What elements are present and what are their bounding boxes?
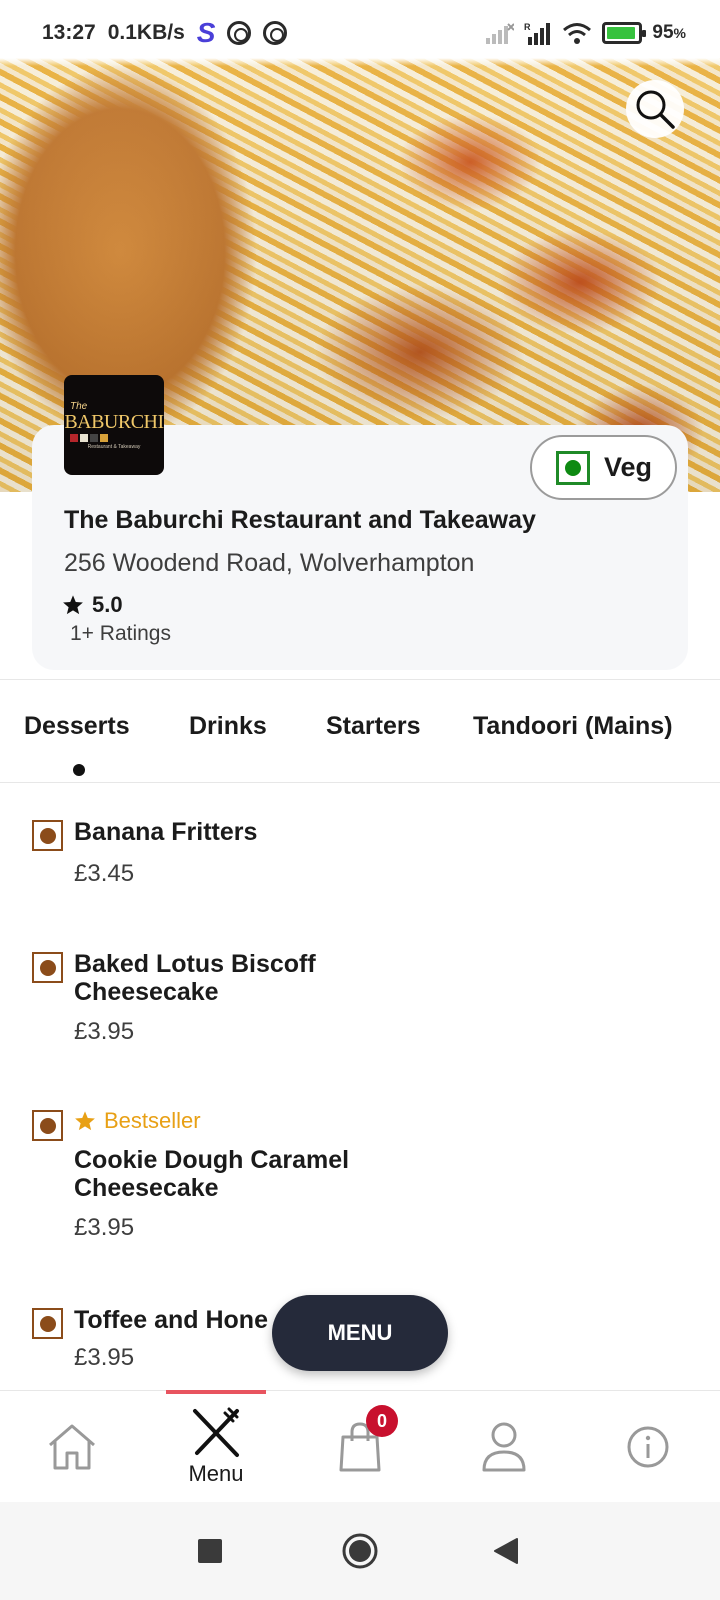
- item-name: Baked Lotus Biscoff Cheesecake: [74, 950, 316, 1006]
- network-speed: 0.1KB/s: [107, 21, 185, 44]
- active-tab-indicator: [73, 764, 85, 776]
- star-icon: [75, 1111, 95, 1131]
- item-name: Cookie Dough Caramel Cheesecake: [74, 1146, 350, 1202]
- veg-filter-toggle[interactable]: Veg: [530, 435, 677, 500]
- restaurant-address: 256 Woodend Road, Wolverhampton: [64, 549, 475, 577]
- item-price: £3.45: [74, 860, 135, 887]
- tab-drinks[interactable]: Drinks: [189, 712, 267, 741]
- rating: 5.0: [62, 592, 123, 618]
- search-icon: [636, 90, 675, 129]
- notification-circle-icon-2: [263, 21, 288, 45]
- system-navigation-bar: [0, 1502, 720, 1600]
- battery-percent: 95: [652, 22, 674, 43]
- back-button[interactable]: [466, 1502, 546, 1600]
- signal-muted-icon: [486, 22, 515, 44]
- user-icon: [482, 1422, 526, 1472]
- recent-apps-button[interactable]: [170, 1502, 250, 1600]
- item-price: £3.95: [74, 1344, 135, 1371]
- non-veg-icon: [32, 1110, 63, 1141]
- category-tabs: Desserts Drinks Starters Tandoori (Mains…: [0, 696, 720, 776]
- battery-unit: %: [673, 25, 686, 41]
- rating-value: 5.0: [92, 592, 123, 617]
- bestseller-label: Bestseller: [104, 1108, 201, 1133]
- search-button[interactable]: [626, 80, 684, 138]
- divider: [0, 679, 720, 680]
- bestseller-badge: Bestseller: [74, 1108, 201, 1134]
- tab-tandoori-mains[interactable]: Tandoori (Mains): [473, 712, 673, 741]
- wifi-icon: [562, 21, 592, 45]
- nav-home[interactable]: [22, 1391, 122, 1503]
- circle-home-icon: [342, 1533, 378, 1569]
- veg-icon: [556, 450, 590, 485]
- app-s-icon: S: [196, 17, 216, 48]
- back-triangle-icon: [494, 1538, 518, 1564]
- info-icon: [627, 1426, 669, 1468]
- restaurant-name: The Baburchi Restaurant and Takeaway: [64, 506, 536, 534]
- tab-starters[interactable]: Starters: [326, 712, 421, 741]
- non-veg-icon: [32, 1308, 63, 1339]
- veg-label: Veg: [604, 452, 653, 482]
- star-icon: [63, 595, 83, 615]
- non-veg-icon: [32, 952, 63, 983]
- square-icon: [198, 1539, 222, 1563]
- nav-menu[interactable]: Menu: [166, 1391, 266, 1503]
- restaurant-logo: The BABURCHI Restaurant & Takeaway: [64, 375, 164, 475]
- item-price: £3.95: [74, 1214, 135, 1241]
- notification-circle-icon: [227, 21, 252, 45]
- bottom-navigation: Menu 0: [0, 1390, 720, 1502]
- fork-knife-icon: [193, 1407, 239, 1457]
- nav-info[interactable]: [598, 1391, 698, 1503]
- nav-account[interactable]: [454, 1391, 554, 1503]
- divider: [0, 782, 720, 783]
- nav-menu-label: Menu: [188, 1461, 244, 1486]
- item-price: £3.95: [74, 1018, 135, 1045]
- tab-desserts[interactable]: Desserts: [24, 712, 130, 741]
- non-veg-icon: [32, 820, 63, 851]
- status-bar: 13:27 0.1KB/s S R 95%: [0, 0, 720, 66]
- home-button[interactable]: [320, 1502, 400, 1600]
- cart-count-badge: 0: [366, 1405, 398, 1437]
- home-icon: [49, 1424, 95, 1470]
- menu-fab-button[interactable]: MENU: [272, 1295, 448, 1371]
- battery-icon: [602, 22, 647, 44]
- svg-text:R: R: [524, 22, 531, 32]
- signal-icon: R: [524, 21, 552, 45]
- rating-count: 1+ Ratings: [70, 622, 171, 645]
- nav-cart[interactable]: 0: [310, 1391, 410, 1503]
- item-name: Banana Fritters: [74, 818, 258, 846]
- status-time: 13:27: [42, 21, 96, 44]
